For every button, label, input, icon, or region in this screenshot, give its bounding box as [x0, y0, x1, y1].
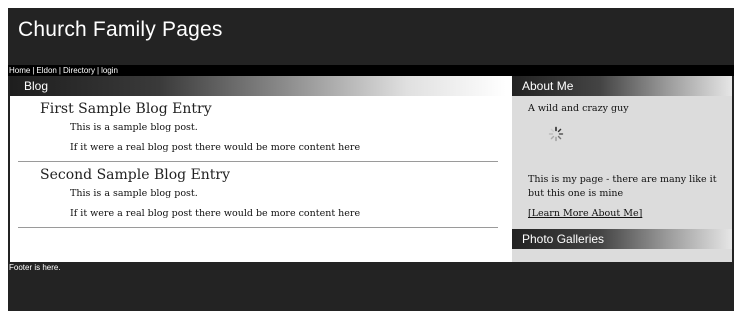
blog-post-title[interactable]: First Sample Blog Entry: [40, 100, 506, 118]
blog-post-title[interactable]: Second Sample Blog Entry: [40, 166, 506, 184]
blog-post: Second Sample Blog Entry This is a sampl…: [10, 166, 506, 224]
blog-post-text: If it were a real blog post there would …: [70, 208, 361, 219]
blog-header: Blog: [10, 76, 506, 96]
blog-post: First Sample Blog Entry This is a sample…: [10, 100, 506, 158]
content-area: Blog First Sample Blog Entry This is a s…: [10, 76, 732, 262]
nav-directory-link[interactable]: Directory: [63, 66, 95, 75]
loading-spinner-icon: [548, 126, 564, 142]
photo-galleries-header[interactable]: Photo Galleries: [512, 229, 732, 249]
blog-post-text: This is a sample blog post.: [70, 122, 198, 133]
site-title: Church Family Pages: [18, 18, 223, 41]
blog-post-text: If it were a real blog post there would …: [70, 142, 361, 153]
nav-home-link[interactable]: Home: [9, 66, 30, 75]
post-divider: [18, 161, 498, 162]
sidebar: About Me A wild and crazy guy This is my…: [512, 76, 732, 262]
learn-more-link[interactable]: [Learn More About Me]: [528, 208, 642, 219]
blog-post-text: This is a sample blog post.: [70, 188, 198, 199]
about-tagline: A wild and crazy guy: [528, 103, 629, 114]
nav-login-link[interactable]: login: [101, 66, 118, 75]
top-nav: Home | Eldon | Directory | login: [8, 65, 734, 76]
page-frame: Church Family Pages Home | Eldon | Directory…: [8, 8, 734, 311]
blog-column: Blog First Sample Blog Entry This is a s…: [10, 76, 506, 262]
nav-eldon-link[interactable]: Eldon: [36, 66, 56, 75]
footer-text: Footer is here.: [9, 263, 61, 272]
about-description: This is my page - there are many like it…: [528, 174, 717, 199]
about-me-header: About Me: [512, 76, 732, 96]
post-divider: [18, 227, 498, 228]
